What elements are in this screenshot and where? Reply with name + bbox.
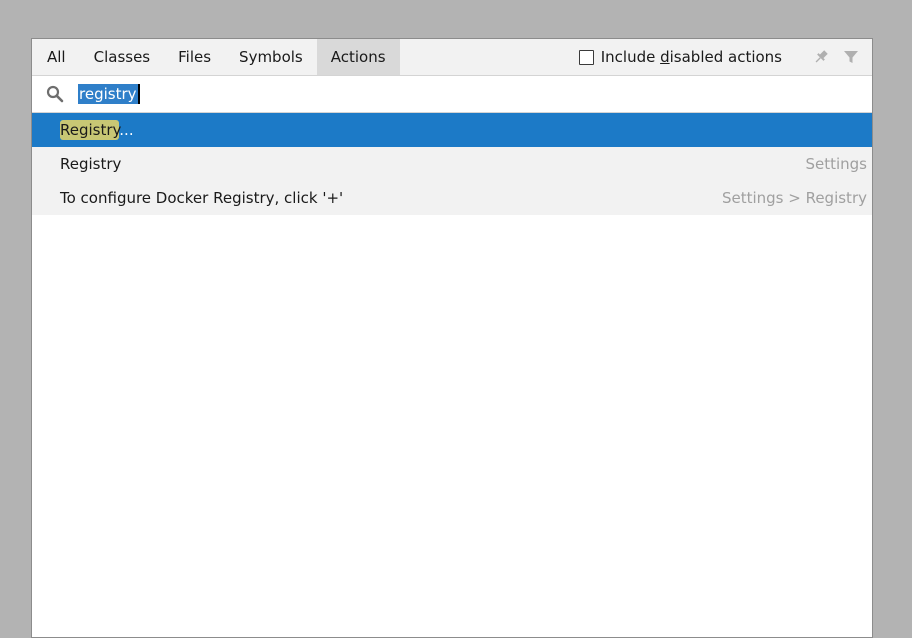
tab-label: Classes (93, 48, 151, 66)
result-row[interactable]: To configure Docker Registry, click '+' … (32, 181, 872, 215)
filter-icon[interactable] (836, 39, 866, 75)
tab-label: Symbols (239, 48, 303, 66)
tab-symbols[interactable]: Symbols (225, 39, 317, 75)
result-row[interactable]: Registry... (32, 113, 872, 147)
match-highlight: Registry (60, 120, 120, 140)
result-label: Registry (60, 155, 122, 173)
search-everywhere-popup: All Classes Files Symbols Actions Includ… (31, 38, 873, 638)
tab-spacer (400, 39, 579, 75)
result-location: Settings > Registry (721, 189, 867, 207)
tab-all[interactable]: All (32, 39, 80, 75)
results-list: Registry... Registry Settings To configu… (32, 113, 872, 215)
include-disabled-label: Include disabled actions (601, 48, 782, 66)
tab-classes[interactable]: Classes (80, 39, 165, 75)
tab-label: Files (178, 48, 212, 66)
search-row: registry (32, 76, 872, 113)
include-disabled-label-part: isabled actions (669, 48, 782, 66)
include-disabled-mnemonic: d (660, 48, 670, 66)
result-label-rest: ... (119, 121, 134, 139)
search-input-text: registry (78, 84, 138, 104)
text-caret (137, 84, 140, 104)
result-label: To configure Docker Registry, click '+' (60, 189, 344, 207)
pin-icon[interactable] (806, 39, 836, 75)
tab-label: Actions (330, 48, 386, 66)
search-input[interactable]: registry (78, 84, 140, 104)
include-disabled-label-part: Include (600, 48, 661, 66)
tab-label: All (47, 48, 66, 66)
tab-bar: All Classes Files Symbols Actions Includ… (32, 39, 872, 76)
tab-files[interactable]: Files (164, 39, 225, 75)
tab-actions[interactable]: Actions (316, 39, 400, 75)
result-label: Registry... (60, 120, 867, 140)
include-disabled-actions-option[interactable]: Include disabled actions (578, 39, 782, 75)
result-location: Settings (805, 155, 867, 173)
include-disabled-checkbox[interactable] (578, 49, 594, 65)
result-row[interactable]: Registry Settings (32, 147, 872, 181)
search-icon (32, 85, 78, 103)
